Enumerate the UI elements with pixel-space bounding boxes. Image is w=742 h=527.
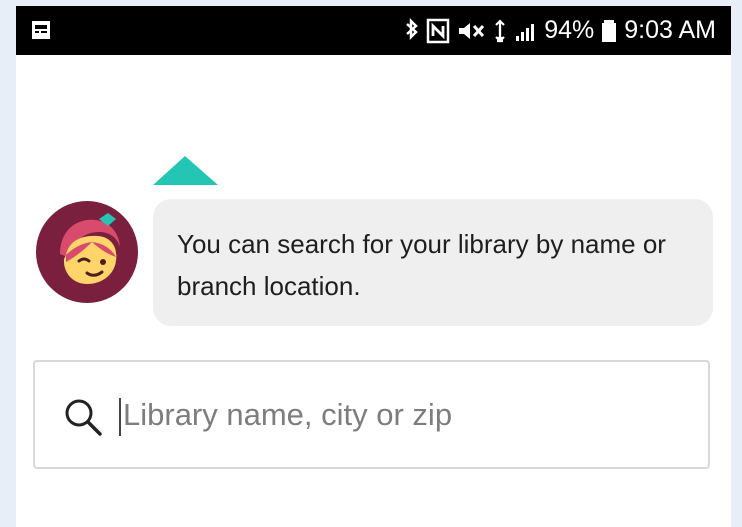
mobile-screen: 94% 9:03 AM You can search for your libr… (16, 6, 731, 527)
nfc-icon (426, 18, 450, 43)
status-icons: 94% 9:03 AM (404, 6, 716, 55)
message-bubble: You can search for your library by name … (153, 199, 713, 326)
mute-icon (459, 22, 485, 39)
bluetooth-icon (406, 17, 419, 40)
status-time: 9:03 AM (624, 16, 716, 44)
status-bar: 94% 9:03 AM (16, 6, 731, 55)
search-field[interactable] (33, 360, 710, 469)
battery-percent: 94% (544, 16, 595, 44)
data-icon (495, 18, 505, 43)
search-icon (65, 399, 102, 436)
signal-icon (516, 23, 535, 41)
speech-notch (153, 156, 218, 185)
battery-icon (602, 19, 617, 42)
avatar-icon (36, 201, 138, 303)
search-input[interactable] (113, 386, 683, 444)
screen-icon (32, 21, 50, 39)
message-text: You can search for your library by name … (177, 229, 666, 301)
